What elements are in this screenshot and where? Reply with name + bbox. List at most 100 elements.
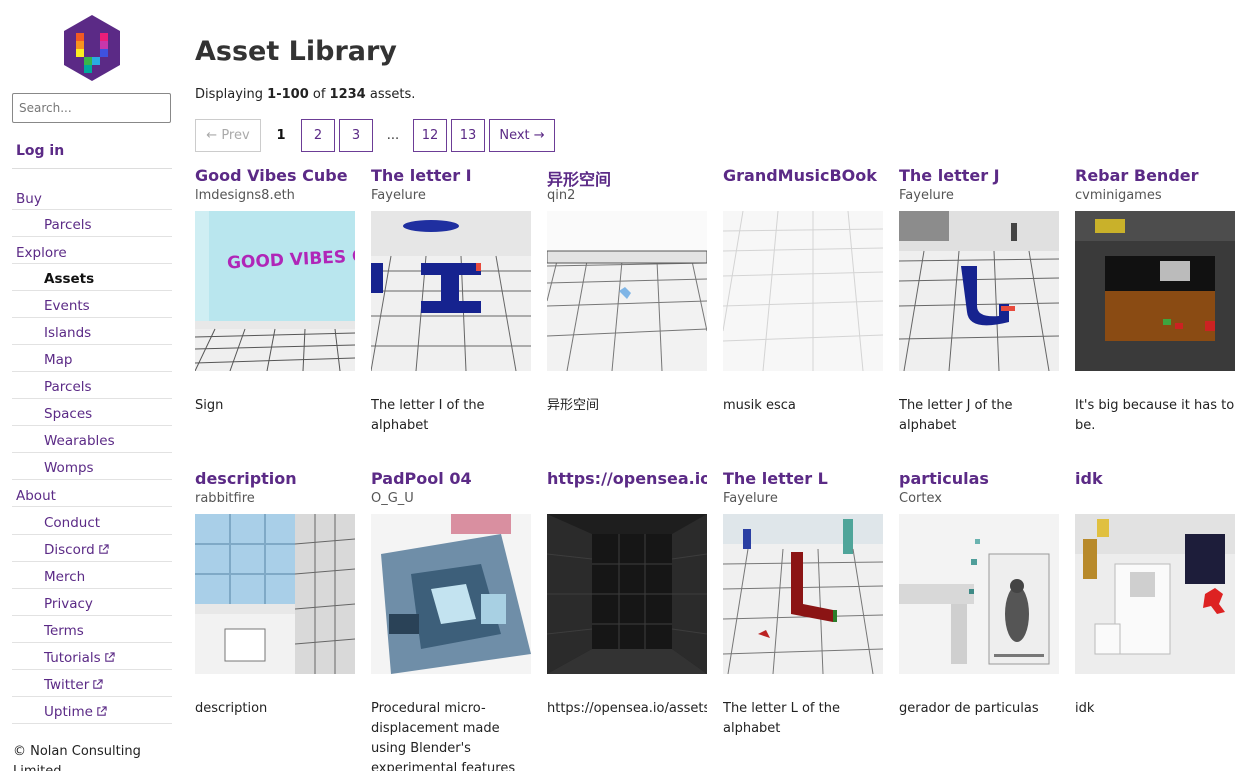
asset-description: idk (1075, 701, 1095, 716)
asset-title-link[interactable]: idk (1075, 469, 1235, 488)
next-page-button[interactable]: Next → (489, 119, 555, 152)
empty-floor-thumbnail-image (723, 211, 883, 371)
asset-title-link[interactable]: 异形空间 (547, 166, 707, 190)
page-2-link[interactable]: 2 (301, 119, 335, 152)
nav-item-wearables[interactable]: Wearables (12, 426, 172, 453)
nav-section-buy[interactable]: Buy (12, 183, 172, 210)
page-3-link[interactable]: 3 (339, 119, 373, 152)
sidebar: Log in Buy Parcels Explore Assets Events… (12, 0, 172, 771)
page-title: Asset Library (195, 36, 397, 67)
external-link-icon (99, 544, 109, 554)
voxels-logo-icon[interactable] (62, 15, 122, 81)
asset-title-link[interactable]: The letter I (371, 166, 531, 185)
count-prefix: Displaying (195, 87, 268, 102)
nav-section-about[interactable]: About (12, 480, 172, 507)
asset-title-link[interactable]: description (195, 469, 355, 488)
asset-thumbnail[interactable]: GOOD VIBES CU (195, 211, 355, 371)
asset-author: Cortex (899, 491, 942, 506)
asset-title-link[interactable]: The letter J (899, 166, 1059, 185)
asset-title-link[interactable]: Good Vibes Cube (195, 166, 355, 185)
nav-item-twitter[interactable]: Twitter (12, 670, 172, 697)
nav-item-parcels[interactable]: Parcels (12, 372, 172, 399)
external-link-icon (104, 652, 115, 662)
asset-title-link[interactable]: PadPool 04 (371, 469, 531, 488)
asset-thumbnail[interactable] (1075, 211, 1235, 371)
asset-title-link[interactable]: https://opensea.io/assets/ (547, 469, 707, 488)
asset-thumbnail[interactable] (1075, 514, 1235, 674)
asset-author: Fayelure (899, 188, 954, 203)
pagination-ellipsis: ... (386, 128, 400, 143)
asset-thumbnail[interactable] (899, 514, 1059, 674)
asset-thumbnail[interactable] (723, 211, 883, 371)
asset-thumbnail[interactable] (723, 514, 883, 674)
nav-item-islands[interactable]: Islands (12, 318, 172, 345)
asset-title-link[interactable]: Rebar Bender (1075, 166, 1235, 185)
nav-item-assets[interactable]: Assets (12, 264, 172, 291)
letter-l-thumbnail-image (723, 514, 883, 674)
count-mid: of (308, 87, 330, 102)
asset-description: Sign (195, 398, 224, 413)
asset-author: Fayelure (371, 188, 426, 203)
building-thumbnail-image (195, 514, 355, 674)
asset-description: gerador de particulas (899, 701, 1039, 716)
asset-thumbnail[interactable] (371, 211, 531, 371)
nav-item-label: Uptime (44, 704, 93, 720)
count-total: 1234 (329, 87, 366, 102)
search-input[interactable] (12, 93, 171, 123)
page-1: 1 (276, 128, 286, 143)
login-link[interactable]: Log in (16, 143, 64, 159)
dark-room-thumbnail-image (547, 514, 707, 674)
asset-author: lmdesigns8.eth (195, 188, 295, 203)
asset-description: The letter I of the alphabet (371, 398, 485, 433)
particulas-thumbnail-image (899, 514, 1059, 674)
nav-item-terms[interactable]: Terms (12, 616, 172, 643)
asset-thumbnail[interactable] (547, 211, 707, 371)
floor-object-thumbnail-image (547, 211, 707, 371)
asset-author: qin2 (547, 188, 576, 203)
asset-author: O_G_U (371, 491, 414, 506)
idk-thumbnail-image (1075, 514, 1235, 674)
asset-title-link[interactable]: particulas (899, 469, 1059, 488)
divider (12, 168, 172, 169)
nav-item-buy-parcels[interactable]: Parcels (12, 210, 172, 237)
nav-item-conduct[interactable]: Conduct (12, 508, 172, 535)
nav-item-spaces[interactable]: Spaces (12, 399, 172, 426)
nav-item-label: Discord (44, 542, 95, 558)
asset-title-link[interactable]: GrandMusicBOok (723, 166, 883, 185)
nav-item-privacy[interactable]: Privacy (12, 589, 172, 616)
page-13-link[interactable]: 13 (451, 119, 485, 152)
nav-item-merch[interactable]: Merch (12, 562, 172, 589)
letter-j-thumbnail-image (899, 211, 1059, 371)
asset-thumbnail[interactable] (899, 211, 1059, 371)
asset-author: Fayelure (723, 491, 778, 506)
asset-thumbnail[interactable] (547, 514, 707, 674)
asset-description: description (195, 701, 268, 716)
count-range: 1-100 (267, 87, 309, 102)
prev-page-button: ← Prev (195, 119, 261, 152)
nav-item-tutorials[interactable]: Tutorials (12, 643, 172, 670)
copyright: © Nolan Consulting Limited (13, 744, 141, 771)
nav-section-explore[interactable]: Explore (12, 237, 172, 264)
asset-description: It's big because it has to be. (1075, 398, 1235, 433)
asset-description: Procedural micro-displacement made using… (371, 701, 516, 771)
letter-i-thumbnail-image (371, 211, 531, 371)
asset-description: The letter L of the alphabet (723, 701, 840, 736)
nav-item-events[interactable]: Events (12, 291, 172, 318)
rebar-thumbnail-image (1075, 211, 1235, 371)
external-link-icon (97, 706, 107, 716)
good-vibes-thumbnail-image: GOOD VIBES CU (195, 211, 355, 371)
asset-description: https://opensea.io/assets/0x (547, 701, 707, 716)
nav-item-discord[interactable]: Discord (12, 535, 172, 562)
nav-item-womps[interactable]: Womps (12, 453, 172, 480)
asset-description: musik esca (723, 398, 796, 413)
nav-item-label: Twitter (44, 677, 90, 693)
nav-item-uptime[interactable]: Uptime (12, 697, 172, 724)
asset-description: The letter J of the alphabet (899, 398, 1013, 433)
asset-thumbnail[interactable] (371, 514, 531, 674)
asset-title-link[interactable]: The letter L (723, 469, 883, 488)
external-link-icon (93, 679, 103, 689)
page-12-link[interactable]: 12 (413, 119, 447, 152)
asset-thumbnail[interactable] (195, 514, 355, 674)
nav-item-map[interactable]: Map (12, 345, 172, 372)
asset-description: 异形空间 (547, 398, 600, 413)
